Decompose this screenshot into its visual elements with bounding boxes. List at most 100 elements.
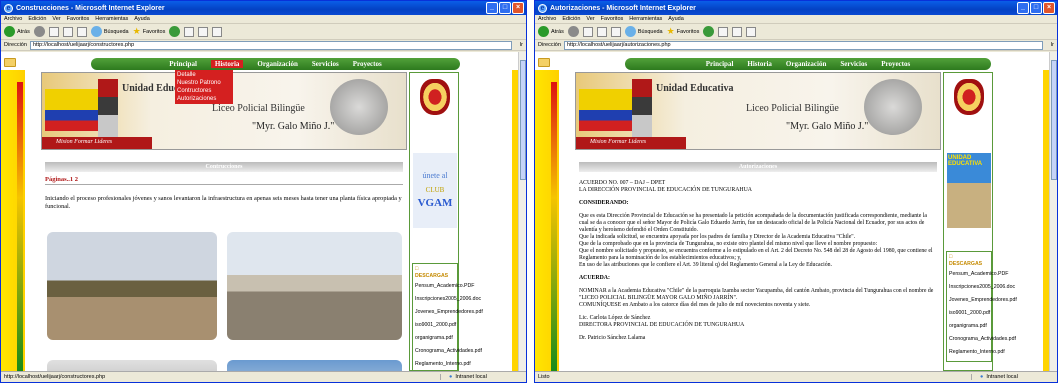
site-nav: Principal Historia Organización Servicio…: [91, 58, 460, 70]
download-link[interactable]: Inscripciones2005_2006.doc: [415, 293, 481, 306]
title-bar: e Autorizaciones - Microsoft Internet Ex…: [535, 1, 1057, 15]
menu-edicion[interactable]: Edición: [28, 16, 46, 22]
history-button[interactable]: [718, 26, 729, 37]
menu-ver[interactable]: Ver: [52, 16, 60, 22]
download-link[interactable]: organigrama.pdf: [949, 320, 989, 333]
dropdown-item-detalle[interactable]: Detalle: [177, 71, 231, 79]
menu-favoritos[interactable]: Favoritos: [67, 16, 90, 22]
banner-motto: Mision Formar Lideres: [56, 139, 113, 145]
club-ad-line-1: únete al: [422, 171, 448, 180]
nav-principal[interactable]: Principal: [706, 60, 734, 68]
menu-herramientas[interactable]: Herramientas: [95, 16, 128, 22]
construction-photo: [227, 360, 402, 371]
home-button[interactable]: [610, 26, 621, 37]
close-button[interactable]: ×: [512, 2, 524, 14]
menu-ver[interactable]: Ver: [586, 16, 594, 22]
status-bar: http://localhost/uelijaarj/constructores…: [1, 371, 526, 382]
stop-button[interactable]: [582, 26, 593, 37]
school-photo[interactable]: UNIDAD EDUCATIVA: [947, 153, 991, 228]
forward-button[interactable]: [567, 26, 579, 37]
close-button[interactable]: ×: [1043, 2, 1055, 14]
back-button[interactable]: Atrás: [538, 26, 564, 37]
mail-button[interactable]: [198, 26, 209, 37]
address-label: Dirección: [4, 42, 27, 48]
back-button[interactable]: Atrás: [4, 26, 30, 37]
banner-line-3: "Myr. Galo Miño J.": [786, 121, 869, 132]
mail-button[interactable]: [732, 26, 743, 37]
signatory-title: DIRECTORA PROVINCIAL DE EDUCACIÓN DE TUN…: [579, 322, 745, 328]
status-text: http://localhost/uelijaarj/constructores…: [4, 374, 106, 380]
zone-indicator: ● Intranet local: [971, 374, 1053, 380]
nav-servicios[interactable]: Servicios: [312, 60, 339, 68]
minimize-button[interactable]: _: [1017, 2, 1029, 14]
download-link[interactable]: Jovenes_Emprendedores.pdf: [415, 306, 483, 319]
favorites-button[interactable]: ★ Favoritos: [667, 26, 700, 37]
nav-proyectos[interactable]: Proyectos: [881, 60, 910, 68]
scroll-thumb[interactable]: [1051, 60, 1057, 180]
folder-icon: [538, 58, 550, 67]
download-link[interactable]: organigrama.pdf: [415, 332, 455, 345]
media-button[interactable]: [703, 26, 715, 37]
menu-archivo[interactable]: Archivo: [538, 16, 556, 22]
download-icon: □: [949, 254, 953, 260]
title-bar: e Construcciones - Microsoft Internet Ex…: [1, 1, 526, 15]
download-link[interactable]: Pensum_Academico.PDF: [949, 268, 1008, 281]
stop-button[interactable]: [48, 26, 59, 37]
favorites-button[interactable]: ★ Favoritos: [133, 26, 166, 37]
toolbar: Atrás Búsqueda ★ Favoritos: [535, 24, 1057, 40]
maximize-button[interactable]: □: [499, 2, 511, 14]
menu-archivo[interactable]: Archivo: [4, 16, 22, 22]
download-link[interactable]: Jovenes_Emprendedores.pdf: [949, 294, 1017, 307]
nav-organizacion[interactable]: Organización: [786, 60, 826, 68]
media-button[interactable]: [169, 26, 181, 37]
menu-ayuda[interactable]: Ayuda: [134, 16, 150, 22]
maximize-button[interactable]: □: [1030, 2, 1042, 14]
nav-principal[interactable]: Principal: [169, 60, 197, 68]
scroll-thumb[interactable]: [520, 60, 526, 180]
refresh-button[interactable]: [62, 26, 73, 37]
vertical-scrollbar[interactable]: [518, 52, 526, 371]
print-button[interactable]: [746, 26, 757, 37]
home-button[interactable]: [76, 26, 87, 37]
download-link[interactable]: Cronograma_Actividades.pdf: [415, 345, 482, 358]
address-input[interactable]: http://localhost/uelijaarj/autorizacione…: [563, 40, 1043, 50]
download-link[interactable]: iso9001_2000.pdf: [415, 319, 456, 332]
download-link[interactable]: Cronograma_Actividades.pdf: [949, 333, 1016, 346]
dropdown-item-constructores[interactable]: Contructores: [177, 87, 231, 95]
minimize-button[interactable]: _: [486, 2, 498, 14]
search-button[interactable]: Búsqueda: [90, 26, 129, 37]
search-button[interactable]: Búsqueda: [624, 26, 663, 37]
refresh-button[interactable]: [596, 26, 607, 37]
school-badge-image: [420, 79, 450, 115]
nav-proyectos[interactable]: Proyectos: [353, 60, 382, 68]
forward-button[interactable]: [33, 26, 45, 37]
download-link[interactable]: Reglamento_Interno.pdf: [949, 346, 1005, 359]
dropdown-item-patrono[interactable]: Nuestro Patrono: [177, 79, 231, 87]
nav-historia[interactable]: Historia: [747, 60, 772, 68]
download-link[interactable]: Reglamento_Interno.pdf: [415, 358, 471, 371]
print-button[interactable]: [212, 26, 223, 37]
ie-icon: e: [538, 3, 547, 13]
considerando-heading: CONSIDERANDO:: [579, 200, 629, 206]
sidebar: únete al CLUB VGAM □ DESCARGAS Pensum_Ac…: [409, 72, 483, 371]
download-link[interactable]: Inscripciones2005_2006.doc: [949, 281, 1015, 294]
site-nav: Principal Historia Organización Servicio…: [625, 58, 991, 70]
download-link[interactable]: iso9001_2000.pdf: [949, 307, 990, 320]
pagination[interactable]: Páginas..1 2: [45, 176, 403, 185]
nav-servicios[interactable]: Servicios: [840, 60, 867, 68]
go-button[interactable]: Ir: [1051, 42, 1054, 48]
intranet-icon: ●: [980, 374, 984, 380]
club-ad[interactable]: únete al CLUB VGAM: [413, 153, 457, 228]
menu-favoritos[interactable]: Favoritos: [601, 16, 624, 22]
nav-historia[interactable]: Historia: [210, 60, 244, 68]
menu-ayuda[interactable]: Ayuda: [668, 16, 684, 22]
history-button[interactable]: [184, 26, 195, 37]
vertical-scrollbar[interactable]: [1049, 52, 1057, 371]
go-button[interactable]: Ir: [520, 42, 523, 48]
nav-organizacion[interactable]: Organización: [257, 60, 297, 68]
menu-edicion[interactable]: Edición: [562, 16, 580, 22]
download-link[interactable]: Pensum_Academico.PDF: [415, 280, 474, 293]
menu-herramientas[interactable]: Herramientas: [629, 16, 662, 22]
dropdown-item-autorizaciones[interactable]: Autorizaciones: [177, 95, 231, 103]
address-input[interactable]: http://localhost/uelijaarj/constructores…: [29, 40, 512, 50]
